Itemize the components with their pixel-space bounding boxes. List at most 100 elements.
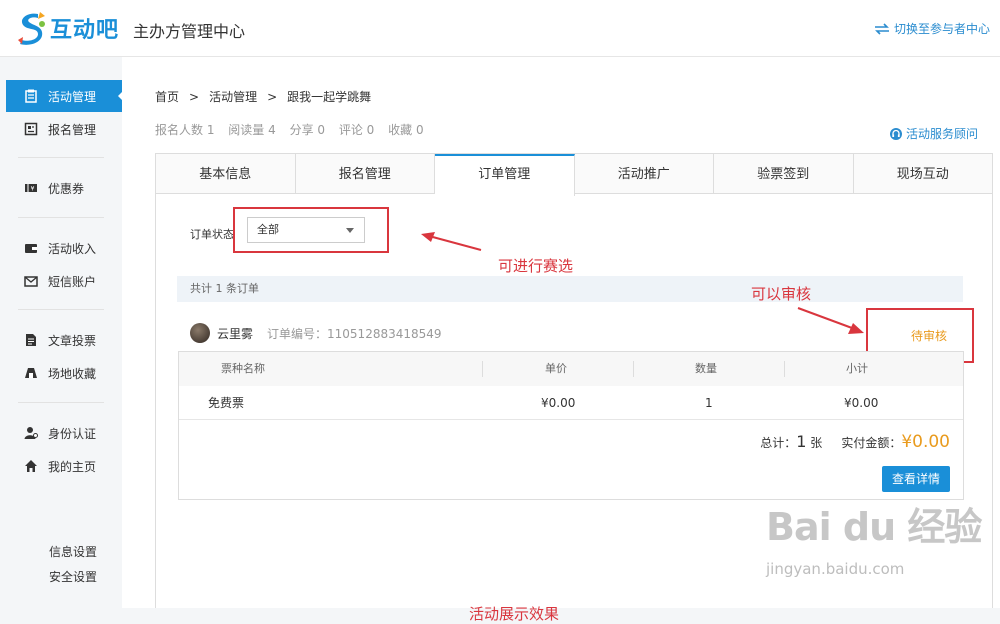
divider [18, 402, 104, 403]
sidebar-item-venue[interactable]: 场地收藏 [6, 357, 123, 389]
app-title: 主办方管理中心 [133, 22, 246, 41]
paid-amount: ¥0.00 [901, 432, 950, 452]
paid-label: 实付金额： [841, 436, 902, 450]
sidebar-item-label: 我的主页 [48, 459, 97, 474]
total-count: 1 [796, 432, 807, 451]
switch-arrows-icon [874, 22, 889, 35]
order-status-label: 订单状态 [190, 228, 234, 241]
stat-favorites: 收藏 0 [388, 123, 424, 137]
unit-price-cell: ¥0.00 [541, 396, 576, 410]
stat-reads: 阅读量 4 [228, 123, 276, 137]
quantity-cell: 1 [705, 396, 713, 410]
tab-orders[interactable]: 订单管理 [435, 154, 575, 196]
breadcrumb-separator: > [189, 90, 200, 104]
sidebar-item-label: 场地收藏 [48, 366, 97, 381]
sidebar-item-coupon[interactable]: ¥ 优惠券 [6, 172, 123, 204]
order-number: 订单编号：110512883418549 [267, 326, 442, 341]
venue-icon [25, 368, 37, 378]
sidebar-item-label: 活动管理 [48, 89, 97, 104]
sidebar-item-activity-management[interactable]: 活动管理 [6, 80, 124, 112]
sidebar: 活动管理 报名管理 ¥ 优惠券 活动收入 短信账户 文章投票 场地收藏 身份认证… [0, 57, 124, 608]
order-header: 云里雾 订单编号：110512883418549 [190, 323, 442, 343]
envelope-icon [24, 276, 38, 287]
column-ticket-name: 票种名称 [221, 362, 265, 375]
total-label: 总计： [760, 436, 797, 450]
column-divider [784, 361, 785, 377]
sidebar-item-label: 文章投票 [48, 333, 97, 348]
annotation-review-note: 可以审核 [751, 285, 812, 303]
annotation-arrow-left-icon [421, 232, 482, 251]
avatar [190, 323, 210, 343]
breadcrumb-current: 跟我一起学跳舞 [287, 90, 372, 104]
order-user-name: 云里雾 [217, 326, 254, 341]
stat-shares: 分享 0 [289, 123, 326, 137]
sidebar-item-label: 身份认证 [48, 426, 97, 441]
stat-registrations: 报名人数 1 [155, 123, 215, 137]
logo-mark-icon [18, 12, 45, 45]
clipboard-icon [25, 89, 37, 103]
sidebar-item-sms[interactable]: 短信账户 [6, 265, 123, 297]
breadcrumb-home[interactable]: 首页 [155, 90, 179, 104]
table-row: 免费票 ¥0.00 1 ¥0.00 [179, 386, 963, 420]
security-settings-link[interactable]: 安全设置 [49, 568, 97, 585]
tab-ticket-check[interactable]: 验票签到 [714, 154, 854, 193]
logo-text: 互动吧 [50, 18, 120, 43]
column-divider [633, 361, 634, 377]
svg-text:¥: ¥ [31, 186, 35, 193]
service-consultant-link[interactable]: 活动服务顾问 [889, 125, 978, 142]
subtotal-cell: ¥0.00 [844, 396, 879, 410]
sidebar-item-income[interactable]: 活动收入 [6, 232, 123, 264]
breadcrumb: 首页 > 活动管理 > 跟我一起学跳舞 [155, 88, 371, 105]
column-quantity: 数量 [695, 362, 717, 375]
order-table: 票种名称 单价 数量 小计 免费票 ¥0.00 1 ¥0.00 总计：1 张 实… [178, 351, 964, 500]
total-unit: 张 [810, 436, 823, 450]
order-summary: 总计：1 张 实付金额：¥0.00 [760, 432, 950, 452]
sidebar-item-label: 优惠券 [48, 181, 85, 196]
wallet-icon [25, 244, 37, 253]
headset-icon [889, 127, 902, 140]
divider [18, 309, 104, 310]
tab-basic-info[interactable]: 基本信息 [156, 154, 296, 193]
breadcrumb-separator: > [267, 90, 278, 104]
sidebar-item-article-vote[interactable]: 文章投票 [6, 324, 123, 356]
divider [18, 217, 104, 218]
annotation-arrow-right-icon [797, 307, 864, 334]
sidebar-item-label: 短信账户 [48, 274, 97, 289]
sidebar-item-registration[interactable]: 报名管理 [6, 113, 123, 145]
logo[interactable]: 互动吧 [14, 10, 119, 46]
breadcrumb-activity-management[interactable]: 活动管理 [209, 90, 257, 104]
sidebar-item-homepage[interactable]: 我的主页 [6, 450, 123, 482]
tab-promotion[interactable]: 活动推广 [575, 154, 714, 193]
column-subtotal: 小计 [846, 362, 868, 375]
table-header: 票种名称 单价 数量 小计 [179, 352, 963, 386]
tab-live-interaction[interactable]: 现场互动 [854, 154, 993, 193]
order-status-badge[interactable]: 待审核 [911, 327, 947, 344]
view-details-button[interactable]: 查看详情 [882, 466, 950, 492]
sidebar-item-label: 活动收入 [48, 241, 97, 256]
info-settings-link[interactable]: 信息设置 [49, 543, 97, 560]
watermark-url: jingyan.baidu.com [766, 560, 905, 578]
switch-role-link[interactable]: 切换至参与者中心 [874, 20, 990, 37]
activity-stats: 报名人数 1 阅读量 4 分享 0 评论 0 收藏 0 [155, 121, 434, 138]
user-verify-icon [24, 427, 38, 439]
top-bar: 互动吧 主办方管理中心 切换至参与者中心 [0, 0, 1000, 57]
annotation-highlight-filter [233, 207, 389, 253]
sidebar-item-verification[interactable]: 身份认证 [6, 417, 123, 449]
column-divider [482, 361, 483, 377]
coupon-icon: ¥ [25, 184, 37, 193]
annotation-filter-note: 可进行赛选 [498, 257, 574, 275]
form-icon [24, 122, 38, 136]
divider [18, 157, 104, 158]
service-consultant-label: 活动服务顾问 [905, 127, 978, 141]
sidebar-item-label: 报名管理 [48, 122, 97, 137]
switch-role-label: 切换至参与者中心 [893, 22, 990, 36]
tab-registration[interactable]: 报名管理 [296, 154, 435, 193]
order-count-bar: 共计 1 条订单 [177, 276, 963, 302]
activity-tabs: 基本信息 报名管理 订单管理 活动推广 验票签到 现场互动 [155, 153, 993, 196]
watermark-logo: Bai du 经验 [766, 505, 982, 549]
baidu-jingyan-watermark: Bai du 经验 jingyan.baidu.com [766, 496, 996, 596]
home-icon [25, 460, 37, 472]
column-unit-price: 单价 [545, 362, 567, 375]
annotation-display-note: 活动展示效果 [469, 605, 560, 623]
ticket-name-cell: 免费票 [208, 396, 245, 410]
